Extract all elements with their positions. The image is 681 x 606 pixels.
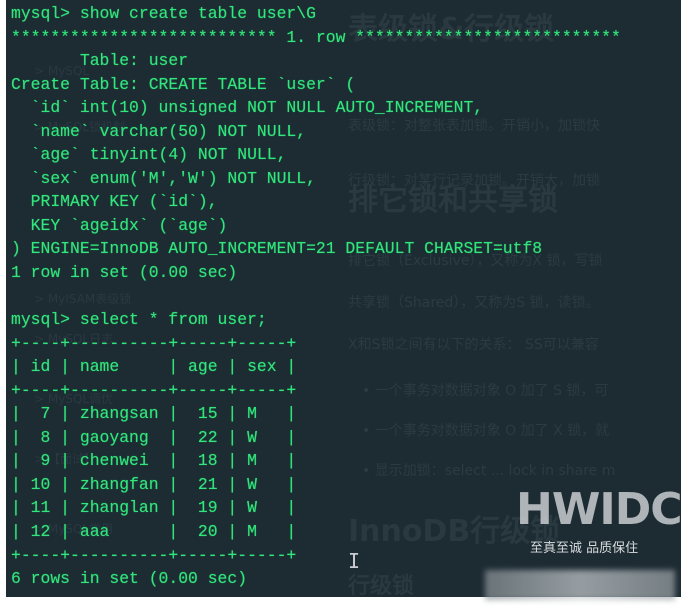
terminal-line: ) ENGINE=InnoDB AUTO_INCREMENT=21 DEFAUL… (11, 239, 543, 259)
text-cursor-icon: I (348, 549, 361, 573)
terminal-line: | 7 | zhangsan | 15 | M | (11, 404, 297, 424)
terminal-line: Create Table: CREATE TABLE `user` ( (11, 74, 356, 94)
terminal-line: `sex` enum('M','W') NOT NULL, (11, 168, 316, 188)
blurred-region (485, 570, 675, 600)
terminal-line: `name` varchar(50) NOT NULL, (11, 121, 307, 141)
watermark-slogan: 至真至诚 品质保住 (530, 541, 639, 556)
terminal-line: *************************** 1. row *****… (11, 27, 621, 47)
screenshot: 表级锁&行级锁 表级锁：对整张表加锁。开销小，加锁快 行级锁：对某行记录加锁。开… (0, 0, 681, 606)
terminal-line: `id` int(10) unsigned NOT NULL AUTO_INCR… (11, 98, 484, 118)
terminal-line: `age` tinyint(4) NOT NULL, (11, 145, 287, 165)
terminal-line: | id | name | age | sex | (11, 357, 297, 377)
terminal-line: | 8 | gaoyang | 22 | W | (11, 427, 297, 447)
terminal-line: Table: user (11, 51, 189, 71)
terminal-line: 1 row in set (0.00 sec) (11, 263, 238, 283)
terminal-line: KEY `ageidx` (`age`) (11, 215, 228, 235)
terminal-line: | 9 | chenwei | 18 | M | (11, 451, 297, 471)
terminal-line: +----+----------+-----+-----+ (11, 380, 297, 400)
watermark: HWIDC 至真至诚 品质保住 (516, 484, 681, 556)
terminal-line: +----+----------+-----+-----+ (11, 333, 297, 353)
watermark-brand: HWIDC (516, 484, 681, 535)
terminal-line: mysql> select * from user; (11, 310, 267, 330)
terminal-line: PRIMARY KEY (`id`), (11, 192, 218, 212)
terminal-line: mysql> show create table user\G (11, 4, 316, 23)
